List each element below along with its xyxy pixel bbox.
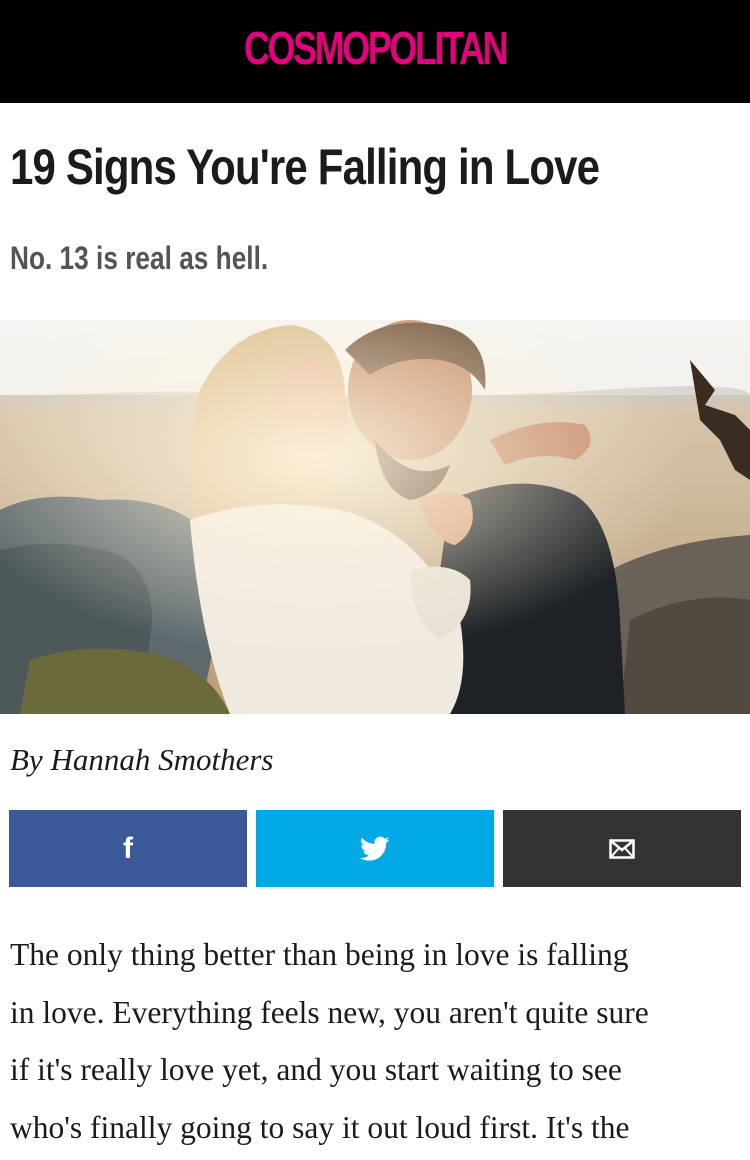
body-line: in love. Everything feels new, you aren'… [10, 994, 649, 1030]
site-header: COSMOPOLITAN [0, 0, 750, 103]
couple-embracing-photo [0, 320, 750, 714]
envelope-icon [609, 838, 635, 859]
hero-image [0, 320, 750, 714]
facebook-share-button[interactable]: f [9, 810, 247, 887]
cosmopolitan-logo[interactable]: COSMOPOLITAN [244, 21, 509, 75]
article-dek: No. 13 is real as hell. [10, 240, 269, 276]
twitter-bird-icon [360, 836, 390, 861]
facebook-icon: f [123, 831, 133, 865]
article-body: The only thing better than being in love… [10, 926, 740, 1156]
body-line: The only thing better than being in love… [10, 937, 629, 972]
body-line: who's finally going to say it out loud f… [10, 1109, 630, 1145]
twitter-share-button[interactable] [256, 810, 494, 887]
article-title: 19 Signs You're Falling in Love [10, 139, 600, 195]
share-bar: f [9, 810, 741, 887]
article-byline[interactable]: By Hannah Smothers [10, 742, 273, 778]
body-line: if it's really love yet, and you start w… [10, 1052, 622, 1087]
email-share-button[interactable] [503, 810, 741, 887]
